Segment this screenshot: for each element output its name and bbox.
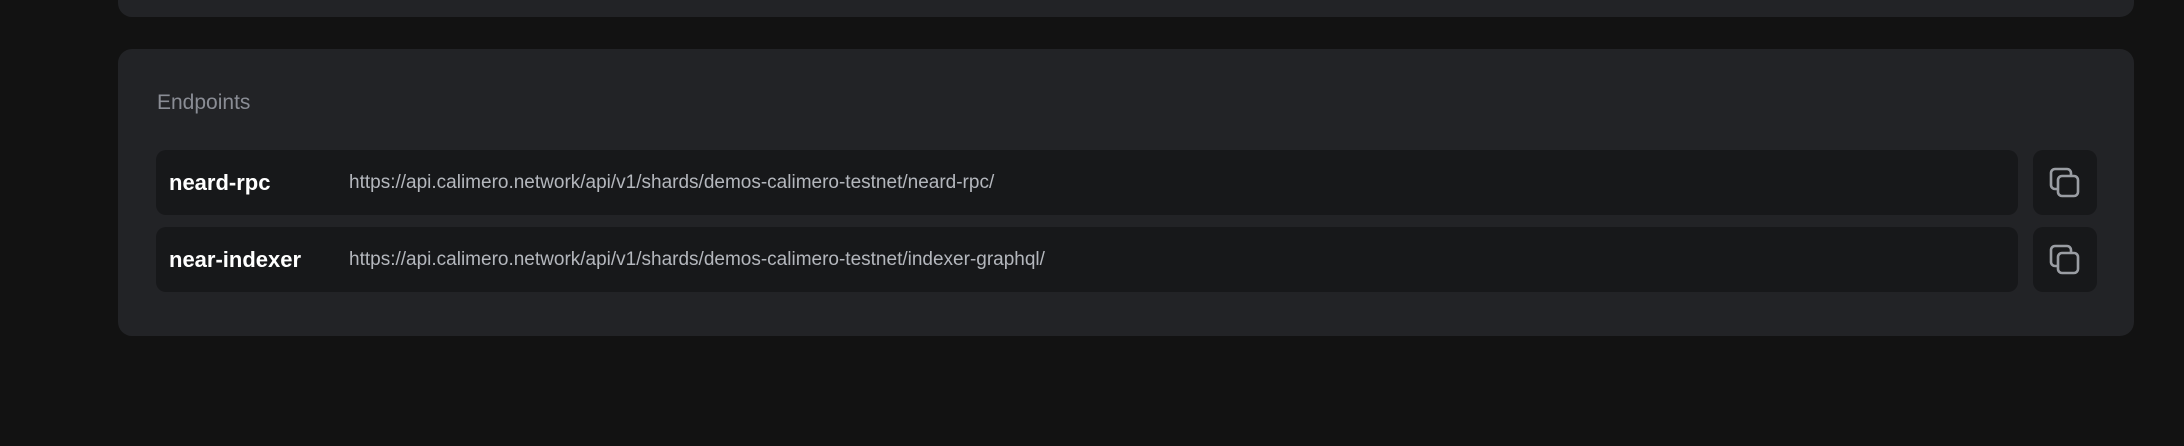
copy-icon bbox=[2048, 166, 2082, 200]
endpoint-field[interactable]: neard-rpc https://api.calimero.network/a… bbox=[156, 150, 2018, 215]
endpoint-row-near-indexer: near-indexer https://api.calimero.networ… bbox=[156, 227, 2174, 292]
previous-card bbox=[118, 0, 2134, 17]
endpoints-card: Endpoints neard-rpc https://api.calimero… bbox=[118, 49, 2134, 336]
endpoints-title: Endpoints bbox=[157, 91, 251, 114]
copy-icon bbox=[2048, 243, 2082, 277]
endpoint-name: neard-rpc bbox=[169, 170, 271, 195]
endpoint-url[interactable]: https://api.calimero.network/api/v1/shar… bbox=[349, 150, 994, 215]
copy-button-neard-rpc[interactable] bbox=[2033, 150, 2097, 215]
endpoint-url[interactable]: https://api.calimero.network/api/v1/shar… bbox=[349, 227, 1045, 292]
copy-button-near-indexer[interactable] bbox=[2033, 227, 2097, 292]
endpoint-row-neard-rpc: neard-rpc https://api.calimero.network/a… bbox=[156, 150, 2174, 215]
endpoint-name: near-indexer bbox=[169, 247, 302, 272]
endpoint-field[interactable]: near-indexer https://api.calimero.networ… bbox=[156, 227, 2018, 292]
